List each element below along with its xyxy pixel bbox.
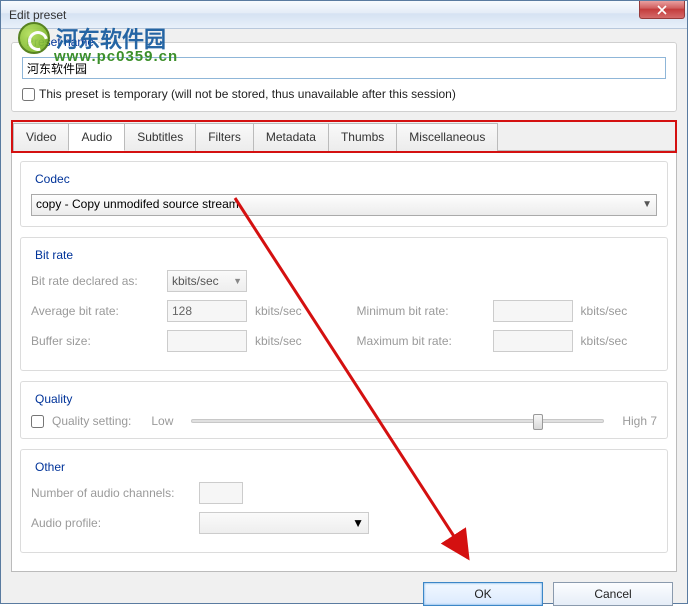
quality-group: Quality Quality setting: Low High 7 [20,381,668,439]
chevron-down-icon: ▼ [233,276,242,286]
tab-thumbs[interactable]: Thumbs [328,123,397,151]
audio-profile-combo[interactable]: ▼ [199,512,369,534]
avg-bitrate-unit: kbits/sec [255,304,315,318]
other-legend: Other [31,460,69,474]
codec-group: Codec copy - Copy unmodifed source strea… [20,161,668,227]
content-area: Preset name This preset is temporary (wi… [1,29,687,616]
channels-field[interactable] [199,482,243,504]
tab-body: Codec copy - Copy unmodifed source strea… [11,153,677,572]
preset-name-group: Preset name This preset is temporary (wi… [11,35,677,112]
preset-name-input[interactable] [22,57,666,79]
tab-metadata[interactable]: Metadata [253,123,329,151]
audio-profile-label: Audio profile: [31,516,191,530]
channels-label: Number of audio channels: [31,486,191,500]
chevron-down-icon: ▼ [642,199,652,210]
window-title: Edit preset [9,8,66,22]
tab-audio[interactable]: Audio [68,123,125,151]
min-bitrate-field[interactable] [493,300,573,322]
tab-subtitles[interactable]: Subtitles [124,123,196,151]
quality-slider-thumb[interactable] [533,414,543,430]
codec-legend: Codec [31,172,74,186]
avg-bitrate-label: Average bit rate: [31,304,161,318]
edit-preset-window: Edit preset Preset name This preset is t… [0,0,688,604]
avg-bitrate-field[interactable] [167,300,247,322]
quality-low-label: Low [151,414,173,428]
tab-video[interactable]: Video [13,123,69,151]
tab-filters[interactable]: Filters [195,123,254,151]
titlebar: Edit preset [1,1,687,29]
codec-select[interactable]: copy - Copy unmodifed source stream ▼ [31,194,657,216]
bitrate-declared-combo[interactable]: kbits/sec ▼ [167,270,247,292]
window-controls [640,1,685,19]
close-icon [657,5,667,15]
tab-miscellaneous[interactable]: Miscellaneous [396,123,498,151]
max-bitrate-field[interactable] [493,330,573,352]
max-bitrate-label: Maximum bit rate: [357,334,487,348]
bitrate-declared-value: kbits/sec [172,274,219,288]
temporary-label: This preset is temporary (will not be st… [39,87,456,101]
min-bitrate-label: Minimum bit rate: [357,304,487,318]
buffer-size-field[interactable] [167,330,247,352]
quality-legend: Quality [31,392,76,406]
quality-high-label: High 7 [622,414,657,428]
codec-value: copy - Copy unmodifed source stream [36,197,239,211]
chevron-down-icon: ▼ [352,516,364,530]
temporary-checkbox[interactable] [22,88,35,101]
bitrate-declared-label: Bit rate declared as: [31,274,161,288]
buffer-size-unit: kbits/sec [255,334,315,348]
bitrate-legend: Bit rate [31,248,77,262]
tab-strip: Video Audio Subtitles Filters Metadata T… [13,122,675,151]
max-bitrate-unit: kbits/sec [581,334,641,348]
close-button[interactable] [639,1,685,19]
dialog-buttons: OK Cancel [11,572,677,606]
preset-name-legend: Preset name [22,35,98,49]
ok-button[interactable]: OK [423,582,543,606]
min-bitrate-unit: kbits/sec [581,304,641,318]
cancel-button[interactable]: Cancel [553,582,673,606]
buffer-size-label: Buffer size: [31,334,161,348]
other-group: Other Number of audio channels: Audio pr… [20,449,668,553]
tabs-container: Video Audio Subtitles Filters Metadata T… [11,120,677,153]
quality-setting-label: Quality setting: [52,414,131,428]
bitrate-group: Bit rate Bit rate declared as: kbits/sec… [20,237,668,371]
quality-setting-checkbox[interactable] [31,415,44,428]
quality-slider[interactable] [191,419,604,423]
